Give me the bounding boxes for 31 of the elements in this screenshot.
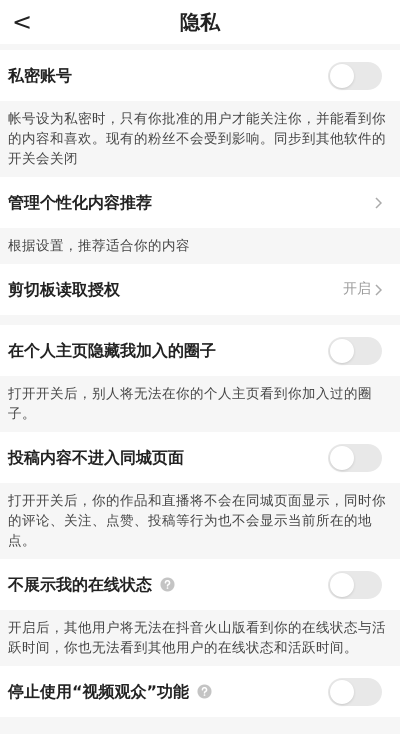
setting-row[interactable]: 停止使用“视频观众”功能 bbox=[0, 666, 400, 717]
setting-description: 打开开关后，你的作品和直播将不会在同城页面显示，同时你的评论、关注、点赞、投稿等行为也不会显示当前所在的地点。 bbox=[7, 492, 387, 551]
toggle-switch[interactable] bbox=[328, 336, 382, 364]
setting-description: 根据设置，推荐适合你的内容 bbox=[7, 237, 191, 256]
setting-row[interactable]: 在个人主页隐藏我加入的圈子 bbox=[0, 325, 400, 376]
page-title: 隐私 bbox=[180, 9, 220, 36]
setting-row[interactable]: 不展示我的在线状态 bbox=[0, 559, 400, 610]
setting-label: 不展示我的在线状态 bbox=[8, 574, 152, 596]
back-button[interactable]: < bbox=[8, 6, 36, 38]
setting-description: 打开开关后，别人将无法在你的个人主页看到你加入过的圈子。 bbox=[7, 385, 373, 424]
setting-label: 管理个性化内容推荐 bbox=[8, 192, 152, 214]
setting-row[interactable]: 私密账号 bbox=[0, 50, 400, 101]
toggle-switch[interactable] bbox=[328, 62, 382, 90]
setting-value: 开启 bbox=[343, 280, 371, 299]
setting-label: 投稿内容不进入同城页面 bbox=[8, 446, 184, 468]
chevron-right-icon bbox=[375, 196, 382, 208]
toggle-switch[interactable] bbox=[328, 444, 382, 472]
setting-label: 在个人主页隐藏我加入的圈子 bbox=[8, 340, 216, 362]
setting-row[interactable]: 投稿内容不进入同城页面 bbox=[0, 432, 400, 483]
setting-label: 剪切板读取授权 bbox=[8, 278, 120, 300]
setting-label: 私密账号 bbox=[8, 64, 72, 86]
setting-row[interactable]: 管理个性化内容推荐 bbox=[0, 177, 400, 228]
help-icon[interactable] bbox=[160, 577, 175, 592]
toggle-switch[interactable] bbox=[328, 570, 382, 598]
toggle-switch[interactable] bbox=[328, 678, 382, 706]
setting-label: 停止使用“视频观众”功能 bbox=[8, 680, 190, 702]
setting-row[interactable]: 剪切板读取授权 开启 bbox=[0, 264, 400, 315]
help-icon[interactable] bbox=[197, 684, 212, 699]
setting-description: 开启后，其他用户将无法在抖音火山版看到你的在线状态与活跃时间，你也无法看到其他用户的在线状态和活跃时间。 bbox=[7, 619, 387, 658]
chevron-right-icon bbox=[375, 284, 382, 296]
setting-description: 帐号设为私密时，只有你批准的用户才能关注你，并能看到你的内容和喜欢。现有的粉丝不会受到影响。同步到其他软件的开关会关闭 bbox=[7, 110, 387, 169]
